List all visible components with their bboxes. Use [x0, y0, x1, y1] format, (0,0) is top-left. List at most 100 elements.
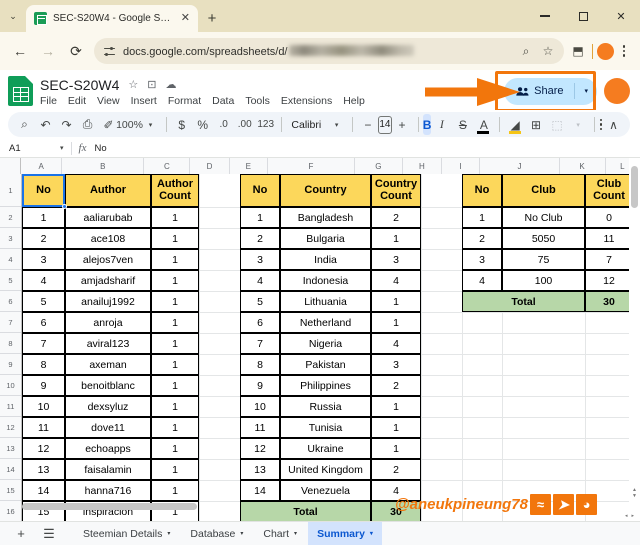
grid-cell[interactable]: 4	[22, 270, 65, 291]
grid-cell[interactable]: 12	[585, 270, 633, 291]
menu-edit[interactable]: Edit	[68, 95, 86, 107]
bold-button[interactable]: B	[422, 114, 432, 135]
column-header-j[interactable]: J	[480, 158, 560, 174]
grid-cell[interactable]: faisalamin	[65, 459, 151, 480]
spreadsheet-grid[interactable]: A B C D E F G H I J K L 1 2 3 4 5 6 7 8 …	[0, 158, 640, 521]
menu-file[interactable]: File	[40, 95, 57, 107]
decrease-font-size-button[interactable]: −	[357, 114, 378, 136]
maximize-button[interactable]	[564, 0, 602, 32]
grid-cell[interactable]: 5	[240, 291, 280, 312]
font-size-input[interactable]: 14	[378, 115, 392, 134]
grid-cell[interactable]: 1	[371, 228, 421, 249]
grid-cell[interactable]: 1	[151, 249, 199, 270]
grid-cell[interactable]: 2	[22, 228, 65, 249]
grid-cell[interactable]: 1	[151, 228, 199, 249]
sheet-tab-database[interactable]: Database ▾	[181, 522, 252, 545]
grid-cell[interactable]: Country Count	[371, 174, 421, 207]
row-header-7[interactable]: 7	[0, 312, 21, 333]
grid-cell[interactable]: Ukraine	[280, 438, 371, 459]
grid-cell[interactable]: Bangladesh	[280, 207, 371, 228]
grid-cell[interactable]: 3	[371, 249, 421, 270]
select-all-corner[interactable]	[0, 158, 22, 174]
grid-cell[interactable]: Tunisia	[280, 417, 371, 438]
increase-decimal-icon[interactable]: .00	[234, 114, 255, 136]
name-box[interactable]: A1	[0, 143, 60, 154]
grid-cell[interactable]: 4	[462, 270, 502, 291]
grid-cell[interactable]: 5050	[502, 228, 585, 249]
grid-cell[interactable]: 4	[240, 270, 280, 291]
vertical-scrollbar-thumb[interactable]	[631, 166, 638, 208]
grid-cell[interactable]: 3	[240, 249, 280, 270]
italic-button[interactable]: I	[431, 114, 452, 136]
grid-cell[interactable]: United Kingdom	[280, 459, 371, 480]
site-settings-icon[interactable]	[102, 44, 117, 59]
column-header-i[interactable]: I	[441, 158, 481, 174]
grid-cell[interactable]: Venezuela	[280, 480, 371, 501]
grid-cell[interactable]: 9	[22, 375, 65, 396]
column-header-c[interactable]: C	[144, 158, 191, 174]
row-header-1[interactable]: 1	[0, 174, 21, 207]
column-header-h[interactable]: H	[402, 158, 442, 174]
grid-cell[interactable]: Club	[502, 174, 585, 207]
grid-cell[interactable]: 8	[240, 354, 280, 375]
merge-chevron-down-icon[interactable]: ▾	[568, 114, 589, 136]
grid-cell[interactable]: 9	[240, 375, 280, 396]
menu-help[interactable]: Help	[343, 95, 365, 107]
grid-cell[interactable]: 14	[22, 480, 65, 501]
menu-insert[interactable]: Insert	[131, 95, 157, 107]
grid-cell[interactable]: 7	[240, 333, 280, 354]
grid-cell[interactable]: Russia	[280, 396, 371, 417]
text-color-button[interactable]: A	[473, 114, 494, 136]
grid-cell[interactable]: No	[462, 174, 502, 207]
menu-format[interactable]: Format	[168, 95, 201, 107]
grid-cell[interactable]: axeman	[65, 354, 151, 375]
add-sheet-button[interactable]: +	[8, 522, 34, 545]
grid-cell[interactable]: India	[280, 249, 371, 270]
new-tab-button[interactable]: +	[198, 5, 226, 32]
column-header-k[interactable]: K	[559, 158, 606, 174]
extensions-icon[interactable]: ⬒	[568, 41, 588, 61]
column-header-d[interactable]: D	[190, 158, 230, 174]
vertical-scrollbar[interactable]: ▲ ▼	[629, 158, 640, 521]
grid-cell[interactable]: 1	[151, 291, 199, 312]
grid-cell[interactable]: 1	[371, 312, 421, 333]
column-header-g[interactable]: G	[354, 158, 403, 174]
grid-cell[interactable]: 3	[22, 249, 65, 270]
percent-format-icon[interactable]: %	[192, 114, 213, 136]
horizontal-scrollbar-thumb[interactable]	[22, 503, 197, 510]
grid-cell[interactable]: No	[22, 174, 65, 207]
redo-icon[interactable]: ↷	[56, 114, 77, 136]
row-header-6[interactable]: 6	[0, 291, 21, 312]
fill-color-button[interactable]: ◢	[505, 114, 526, 136]
bookmark-star-icon[interactable]: ☆	[538, 41, 558, 61]
grid-cell[interactable]: 11	[585, 228, 633, 249]
grid-cell[interactable]: 2	[240, 228, 280, 249]
grid-cell[interactable]: 1	[151, 354, 199, 375]
active-cell-fill-handle[interactable]	[62, 204, 67, 209]
grid-cell[interactable]: 4	[371, 333, 421, 354]
grid-cell[interactable]: Indonesia	[280, 270, 371, 291]
grid-cell[interactable]: 5	[22, 291, 65, 312]
browser-menu-icon[interactable]	[614, 45, 634, 57]
grid-cell[interactable]: 6	[240, 312, 280, 333]
grid-cell[interactable]: 1	[151, 438, 199, 459]
scroll-stepper-icons[interactable]: ▲ ▼	[630, 487, 639, 499]
grid-cell[interactable]: 1	[371, 396, 421, 417]
grid-cell[interactable]: 1	[151, 480, 199, 501]
sheet-tab-steemian-details[interactable]: Steemian Details ▾	[74, 522, 179, 545]
row-header-16[interactable]: 16	[0, 501, 21, 521]
grid-cell[interactable]: 3	[371, 354, 421, 375]
grid-cell[interactable]: 2	[371, 375, 421, 396]
column-header-b[interactable]: B	[62, 158, 145, 174]
row-header-8[interactable]: 8	[0, 333, 21, 354]
grid-cell[interactable]: 14	[240, 480, 280, 501]
grid-cell[interactable]: 10	[240, 396, 280, 417]
grid-cell[interactable]: dove11	[65, 417, 151, 438]
print-icon[interactable]: ⎙	[77, 114, 98, 136]
grid-cell[interactable]: 10	[22, 396, 65, 417]
zoom-chevron-down-icon[interactable]: ▾	[140, 114, 161, 136]
grid-cell[interactable]: Author	[65, 174, 151, 207]
grid-cell[interactable]: 1	[151, 375, 199, 396]
grid-cell[interactable]: Nigeria	[280, 333, 371, 354]
address-bar[interactable]: docs.google.com/spreadsheets/d/ ⌕ ☆	[94, 38, 564, 64]
